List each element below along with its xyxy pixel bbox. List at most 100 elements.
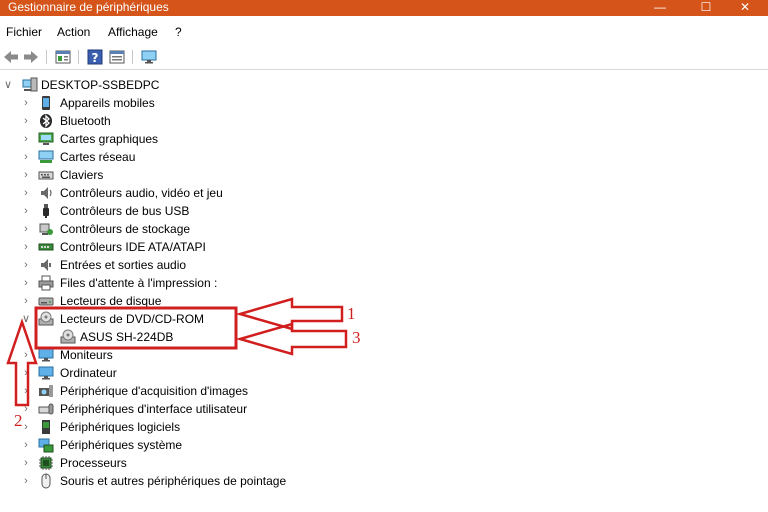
tree-item[interactable]: › Appareils mobiles (0, 94, 500, 112)
menu-bar: Fichier Action Affichage ? (0, 22, 768, 42)
title-bar: Gestionnaire de périphériques — ☐ ✕ (0, 0, 768, 16)
mouse-icon (41, 473, 51, 489)
minimize-button[interactable]: — (637, 0, 683, 16)
chevron-right-icon[interactable]: › (20, 113, 32, 129)
tree-item[interactable]: › Bluetooth (0, 112, 500, 130)
tree-item-label: Lecteurs de DVD/CD-ROM (60, 312, 205, 326)
tree-item-label: Périphériques d'interface utilisateur (60, 402, 248, 416)
tree-item[interactable]: › Périphériques d'interface utilisateur (0, 400, 500, 418)
chevron-right-icon[interactable]: › (20, 221, 32, 237)
tree-item-label: Appareils mobiles (60, 96, 155, 110)
network-adapter-icon (38, 150, 54, 163)
tree-item[interactable]: › Périphériques logiciels (0, 418, 500, 436)
window-title: Gestionnaire de périphériques (8, 0, 169, 14)
camera-icon (39, 385, 53, 397)
computer-icon (38, 366, 54, 380)
svg-text:?: ? (92, 51, 99, 65)
system-device-icon (38, 438, 54, 453)
chevron-right-icon[interactable]: › (20, 473, 32, 489)
menu-fichier[interactable]: Fichier (6, 25, 42, 40)
toolbar: ? (0, 44, 768, 70)
back-arrow-icon[interactable] (2, 48, 20, 66)
tree-item[interactable]: › Lecteurs de disque (0, 292, 500, 310)
tree-item[interactable]: › Entrées et sorties audio (0, 256, 500, 274)
ide-controller-icon (38, 243, 54, 251)
help-icon[interactable]: ? (86, 48, 104, 66)
tree-item[interactable]: › Contrôleurs de bus USB (0, 202, 500, 220)
processor-icon (39, 456, 53, 470)
tree-item[interactable]: › Ordinateur (0, 364, 500, 382)
chevron-right-icon[interactable]: › (20, 149, 32, 165)
chevron-right-icon[interactable]: › (20, 203, 32, 219)
dvd-drive-icon (60, 329, 76, 344)
audio-io-icon (41, 259, 51, 271)
hid-icon (38, 403, 54, 415)
tree-item-label: Périphérique d'acquisition d'images (60, 384, 249, 398)
mobile-device-icon (42, 96, 50, 110)
tree-item[interactable]: › Processeurs (0, 454, 500, 472)
dvd-drive-icon (38, 311, 54, 326)
tree-child-item[interactable]: ASUS SH-224DB (0, 328, 500, 346)
display-adapter-icon (38, 132, 54, 145)
tree-item-label: Périphériques logiciels (60, 420, 181, 434)
chevron-down-icon[interactable]: ∨ (20, 311, 32, 327)
tree-item[interactable]: ∨ Lecteurs de DVD/CD-ROM (0, 310, 500, 328)
tree-item[interactable]: › Contrôleurs IDE ATA/ATAPI (0, 238, 500, 256)
toolbar-separator (78, 50, 79, 64)
menu-help[interactable]: ? (175, 25, 182, 40)
bluetooth-icon (40, 114, 52, 128)
tree-item-label: Ordinateur (60, 366, 117, 380)
annotation-label-1: 1 (347, 304, 356, 323)
software-device-icon (42, 420, 50, 434)
tree-item[interactable]: › Contrôleurs audio, vidéo et jeu (0, 184, 500, 202)
storage-controller-icon (39, 223, 53, 235)
tree-item-label: ASUS SH-224DB (80, 330, 174, 344)
tree-item[interactable]: › Cartes graphiques (0, 130, 500, 148)
tree-item-label: Lecteurs de disque (60, 294, 162, 308)
chevron-right-icon[interactable]: › (20, 131, 32, 147)
close-button[interactable]: ✕ (722, 0, 768, 16)
chevron-right-icon[interactable]: › (20, 437, 32, 453)
tree-item-label: Entrées et sorties audio (60, 258, 187, 272)
toolbar-separator (46, 50, 47, 64)
chevron-right-icon[interactable]: › (20, 257, 32, 273)
tree-item-label: Cartes réseau (60, 150, 136, 164)
chevron-right-icon[interactable]: › (20, 167, 32, 183)
chevron-right-icon[interactable]: › (20, 383, 32, 399)
chevron-right-icon[interactable]: › (20, 185, 32, 201)
menu-action[interactable]: Action (57, 25, 90, 40)
details-icon[interactable] (108, 48, 126, 66)
tree-item[interactable]: › Contrôleurs de stockage (0, 220, 500, 238)
tree-item-label: Bluetooth (60, 114, 111, 128)
chevron-right-icon[interactable]: › (20, 293, 32, 309)
monitor-scan-icon[interactable] (140, 48, 158, 66)
annotation-label-2: 2 (14, 411, 23, 430)
tree-item-label: DESKTOP-SSBEDPC (41, 78, 160, 92)
chevron-right-icon[interactable]: › (20, 275, 32, 291)
tree-item-label: Contrôleurs de bus USB (60, 204, 190, 218)
tree-item[interactable]: › Périphériques système (0, 436, 500, 454)
tree-item[interactable]: › Files d'attente à l'impression : (0, 274, 500, 292)
chevron-right-icon[interactable]: › (20, 95, 32, 111)
properties-icon[interactable] (54, 48, 72, 66)
tree-item-label: Souris et autres périphériques de pointa… (60, 474, 287, 488)
tree-item[interactable]: › Moniteurs (0, 346, 500, 364)
chevron-right-icon[interactable]: › (20, 455, 32, 471)
tree-item-label: Contrôleurs IDE ATA/ATAPI (60, 240, 206, 254)
chevron-down-icon[interactable]: ∨ (2, 77, 14, 93)
tree-item[interactable]: › Claviers (0, 166, 500, 184)
tree-item[interactable]: › Souris et autres périphériques de point… (0, 472, 500, 490)
forward-arrow-icon[interactable] (22, 48, 40, 66)
chevron-right-icon[interactable]: › (20, 365, 32, 381)
tree-item[interactable]: › Cartes réseau (0, 148, 500, 166)
menu-affichage[interactable]: Affichage (108, 25, 158, 40)
chevron-right-icon[interactable]: › (20, 347, 32, 363)
tree-item-label: Périphériques système (60, 438, 183, 452)
computer-root-icon (22, 77, 38, 92)
disk-drive-icon (38, 297, 54, 306)
tree-item-label: Processeurs (60, 456, 127, 470)
tree-item-label: Contrôleurs de stockage (60, 222, 191, 236)
tree-root[interactable]: ∨ DESKTOP-SSBEDPC (0, 76, 500, 94)
tree-item[interactable]: › Périphérique d'acquisition d'images (0, 382, 500, 400)
chevron-right-icon[interactable]: › (20, 239, 32, 255)
